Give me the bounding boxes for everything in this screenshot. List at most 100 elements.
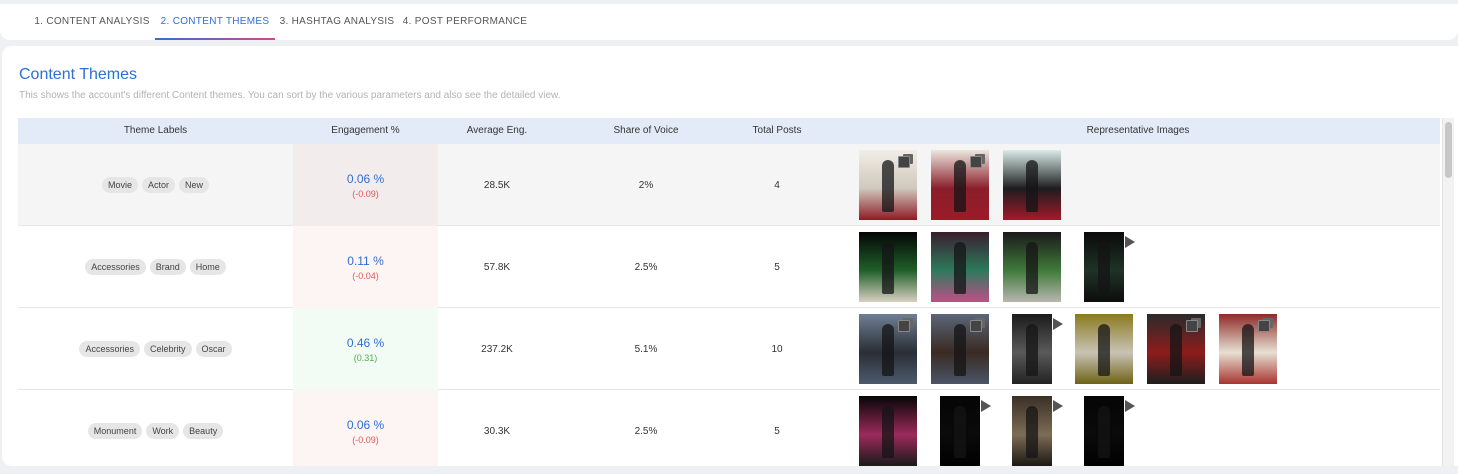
header-total-posts[interactable]: Total Posts — [736, 118, 818, 144]
table-row[interactable]: Accessories Brand Home 0.11 % (-0.04) 57.8K 2.… — [18, 226, 1440, 308]
post-thumbnail[interactable] — [1084, 396, 1124, 466]
header-theme-labels[interactable]: Theme Labels — [18, 118, 293, 144]
post-thumbnail[interactable] — [931, 314, 989, 384]
play-icon — [1053, 400, 1063, 412]
header-share-of-voice[interactable]: Share of Voice — [556, 118, 736, 144]
person-figure — [882, 242, 894, 294]
person-figure — [954, 324, 966, 376]
post-thumbnail[interactable] — [1003, 232, 1061, 302]
theme-label-chip: Work — [146, 423, 180, 439]
multi-image-icon — [970, 154, 985, 168]
person-figure — [1026, 242, 1038, 294]
tab-content-analysis[interactable]: 1. CONTENT ANALYSIS — [32, 4, 152, 40]
post-thumbnail[interactable] — [859, 232, 917, 302]
tab-hashtag-analysis[interactable]: 3. HASHTAG ANALYSIS — [278, 4, 396, 40]
multi-image-icon — [1258, 318, 1273, 332]
post-thumbnail[interactable] — [1084, 232, 1124, 302]
average-eng-cell: 28.5K — [483, 179, 511, 191]
play-icon — [981, 400, 991, 412]
theme-label-chip: Movie — [101, 177, 138, 193]
person-figure — [882, 324, 894, 376]
person-figure — [1026, 406, 1038, 458]
table-row[interactable]: Monument Work Beauty 0.06 % (-0.09) 30.3K 2.5%… — [18, 390, 1440, 466]
theme-label-chip: Accessories — [79, 341, 140, 357]
play-icon — [1125, 400, 1135, 412]
engagement-delta: (0.31) — [353, 352, 378, 363]
theme-label-chip: Oscar — [195, 341, 232, 357]
post-thumbnail[interactable] — [1075, 314, 1133, 384]
theme-labels-cell: Accessories Celebrity Oscar — [18, 308, 293, 390]
engagement-value: 0.11 % — [347, 253, 384, 268]
section-subtitle: This shows the account's different Conte… — [19, 90, 561, 101]
post-thumbnail[interactable] — [1012, 396, 1052, 466]
engagement-delta: (-0.04) — [352, 270, 379, 281]
theme-label-chip: Monument — [87, 423, 143, 439]
person-figure — [1026, 324, 1038, 376]
play-icon — [1053, 318, 1063, 330]
post-thumbnail[interactable] — [859, 396, 917, 466]
post-thumbnail[interactable] — [1219, 314, 1277, 384]
person-figure — [1242, 324, 1254, 376]
theme-label-chip: Actor — [141, 177, 175, 193]
tab-bar: 1. CONTENT ANALYSIS 2. CONTENT THEMES 3.… — [0, 4, 1458, 40]
person-figure — [954, 242, 966, 294]
multi-image-icon — [898, 318, 913, 332]
vertical-scrollbar[interactable] — [1442, 118, 1454, 466]
person-figure — [1026, 160, 1038, 212]
table-row[interactable]: Movie Actor New 0.06 % (-0.09) 28.5K 2% 4 — [18, 144, 1440, 226]
post-thumbnail[interactable] — [859, 314, 917, 384]
post-thumbnail[interactable] — [940, 396, 980, 466]
share-of-voice-cell: 5.1% — [634, 343, 658, 355]
multi-image-icon — [1186, 318, 1201, 332]
header-engagement[interactable]: Engagement % — [293, 118, 438, 144]
person-figure — [1098, 406, 1110, 458]
theme-label-chip: Beauty — [183, 423, 224, 439]
post-thumbnail[interactable] — [859, 150, 917, 220]
tab-content-themes[interactable]: 2. CONTENT THEMES — [155, 4, 275, 40]
person-figure — [1170, 324, 1182, 376]
post-thumbnail[interactable] — [1003, 150, 1061, 220]
share-of-voice-cell: 2% — [638, 179, 654, 191]
header-representative-images: Representative Images — [1086, 125, 1190, 136]
theme-label-chip: New — [179, 177, 210, 193]
scrollbar-thumb[interactable] — [1445, 122, 1452, 178]
engagement-delta: (-0.09) — [352, 434, 379, 445]
average-eng-cell: 237.2K — [481, 343, 513, 355]
engagement-cell: 0.11 % (-0.04) — [293, 226, 438, 308]
person-figure — [1098, 242, 1110, 294]
post-thumbnail[interactable] — [1147, 314, 1205, 384]
average-eng-cell: 57.8K — [483, 261, 511, 273]
person-figure — [1098, 324, 1110, 376]
theme-labels-cell: Monument Work Beauty — [18, 390, 293, 466]
engagement-value: 0.46 % — [346, 335, 385, 350]
share-of-voice-cell: 2.5% — [634, 425, 658, 437]
engagement-cell: 0.46 % (0.31) — [293, 308, 438, 390]
person-figure — [954, 406, 966, 458]
total-posts-cell: 10 — [771, 343, 783, 355]
total-posts-cell: 4 — [774, 179, 780, 191]
theme-label-chip: Brand — [149, 259, 186, 275]
section-title: Content Themes — [19, 66, 137, 83]
tab-post-performance[interactable]: 4. POST PERFORMANCE — [400, 4, 530, 40]
play-icon — [1125, 236, 1135, 248]
engagement-delta: (-0.09) — [352, 188, 379, 199]
person-figure — [954, 160, 966, 212]
table-header: Theme Labels Engagement % Average Eng. S… — [18, 118, 1440, 144]
theme-label-chip: Celebrity — [143, 341, 192, 357]
person-figure — [882, 406, 894, 458]
engagement-cell: 0.06 % (-0.09) — [293, 390, 438, 466]
post-thumbnail[interactable] — [931, 150, 989, 220]
post-thumbnail[interactable] — [1012, 314, 1052, 384]
total-posts-cell: 5 — [774, 261, 780, 273]
engagement-value: 0.06 % — [346, 417, 385, 432]
themes-table: Theme Labels Engagement % Average Eng. S… — [18, 118, 1440, 466]
total-posts-cell: 5 — [774, 425, 780, 437]
person-figure — [882, 160, 894, 212]
header-average-eng[interactable]: Average Eng. — [438, 118, 556, 144]
post-thumbnail[interactable] — [931, 232, 989, 302]
table-row[interactable]: Accessories Celebrity Oscar 0.46 % (0.31) 237… — [18, 308, 1440, 390]
content-themes-panel: Content Themes This shows the account's … — [2, 46, 1458, 466]
engagement-cell: 0.06 % (-0.09) — [293, 144, 438, 226]
engagement-value: 0.06 % — [346, 171, 385, 186]
theme-labels-cell: Accessories Brand Home — [18, 226, 293, 308]
